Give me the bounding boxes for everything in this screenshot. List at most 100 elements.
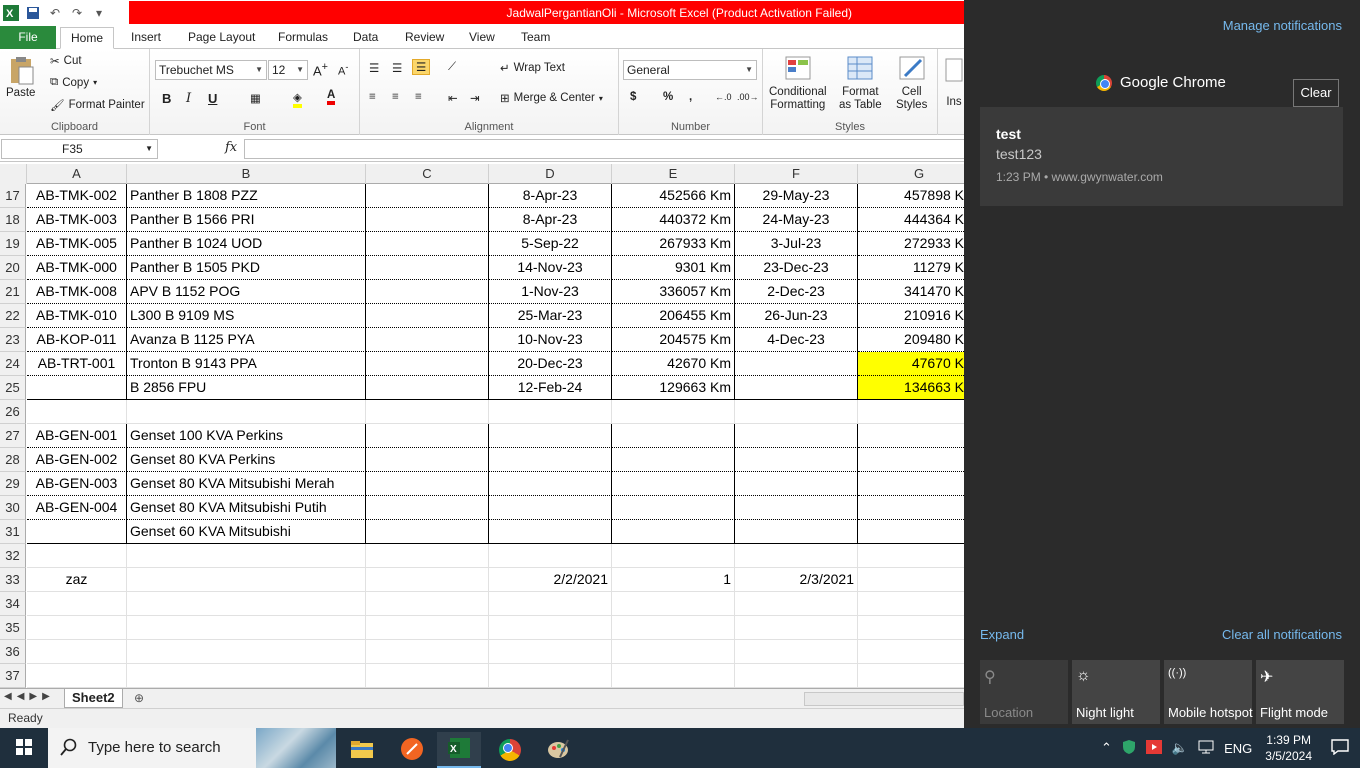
cell-e[interactable] — [612, 640, 735, 664]
clear-button[interactable]: Clear — [1293, 79, 1339, 107]
volume-icon[interactable]: 🔈 — [1167, 740, 1193, 756]
recording-app-icon[interactable] — [1141, 739, 1167, 757]
cell-d[interactable] — [489, 472, 612, 496]
insert-function-button[interactable]: fx — [225, 140, 237, 155]
align-left-button[interactable]: ≡ — [369, 91, 376, 103]
insert-cells-button[interactable]: Ins — [944, 57, 964, 108]
cell-g[interactable] — [858, 472, 964, 496]
cell-f[interactable]: 2-Dec-23 — [735, 280, 858, 304]
cell-d[interactable]: 1-Nov-23 — [489, 280, 612, 304]
cell-a[interactable] — [27, 616, 127, 640]
cell-c[interactable] — [366, 424, 489, 448]
comma-button[interactable]: , — [689, 91, 692, 103]
cell-g[interactable] — [858, 592, 964, 616]
cell-a[interactable] — [27, 664, 127, 688]
cell-c[interactable] — [366, 376, 489, 400]
tab-review[interactable]: Review — [395, 27, 454, 49]
cell-c[interactable] — [366, 544, 489, 568]
start-button[interactable] — [0, 728, 48, 768]
cell-d[interactable] — [489, 400, 612, 424]
cell-d[interactable]: 8-Apr-23 — [489, 208, 612, 232]
increase-decimal-button[interactable]: ←.0 — [715, 92, 732, 102]
cell-d[interactable] — [489, 664, 612, 688]
copy-button[interactable]: ⧉ Copy ▾ — [50, 76, 97, 89]
tab-insert[interactable]: Insert — [121, 27, 171, 49]
row-header[interactable]: 24 — [0, 352, 26, 376]
cell-f[interactable]: 4-Dec-23 — [735, 328, 858, 352]
undo-icon[interactable]: ↶ — [46, 4, 64, 22]
cell-c[interactable] — [366, 640, 489, 664]
cell-g[interactable]: 341470 K — [858, 280, 964, 304]
cell-b[interactable]: Genset 80 KVA Mitsubishi Merah — [127, 472, 366, 496]
tab-formulas[interactable]: Formulas — [268, 27, 338, 49]
cell-f[interactable] — [735, 376, 858, 400]
row-header[interactable]: 26 — [0, 400, 26, 424]
cell-e[interactable]: 452566 Km — [612, 184, 735, 208]
manage-notifications-link[interactable]: Manage notifications — [1223, 18, 1342, 33]
cell-e[interactable]: 206455 Km — [612, 304, 735, 328]
cell-e[interactable]: 1 — [612, 568, 735, 592]
cell-b[interactable]: Panther B 1808 PZZ — [127, 184, 366, 208]
search-highlight-image[interactable] — [256, 728, 336, 768]
cell-d[interactable] — [489, 448, 612, 472]
cell-g[interactable] — [858, 400, 964, 424]
tab-file[interactable]: File — [0, 26, 56, 49]
row-header[interactable]: 29 — [0, 472, 26, 496]
cell-f[interactable] — [735, 520, 858, 544]
italic-button[interactable]: I — [186, 91, 191, 106]
cell-g[interactable]: 47670 K — [858, 352, 964, 376]
cell-c[interactable] — [366, 664, 489, 688]
cell-a[interactable]: AB-GEN-001 — [27, 424, 127, 448]
cell-e[interactable] — [612, 520, 735, 544]
column-header-a[interactable]: A — [27, 164, 127, 184]
cell-e[interactable] — [612, 424, 735, 448]
cell-e[interactable] — [612, 544, 735, 568]
row-header[interactable]: 27 — [0, 424, 26, 448]
cell-a[interactable]: AB-KOP-011 — [27, 328, 127, 352]
row-header[interactable]: 18 — [0, 208, 26, 232]
merge-center-button[interactable]: ⊞ Merge & Center ▾ — [500, 91, 603, 105]
cell-f[interactable]: 3-Jul-23 — [735, 232, 858, 256]
align-bottom-button[interactable]: ☰ — [412, 59, 431, 75]
align-middle-button[interactable]: ☰ — [392, 61, 402, 75]
row-header[interactable]: 33 — [0, 568, 26, 592]
cell-c[interactable] — [366, 400, 489, 424]
cell-b[interactable] — [127, 664, 366, 688]
percent-button[interactable]: % — [663, 91, 673, 103]
row-header[interactable]: 36 — [0, 640, 26, 664]
cell-d[interactable] — [489, 496, 612, 520]
cell-g[interactable] — [858, 640, 964, 664]
cell-g[interactable]: 444364 K — [858, 208, 964, 232]
cell-d[interactable]: 20-Dec-23 — [489, 352, 612, 376]
cell-f[interactable]: 23-Dec-23 — [735, 256, 858, 280]
column-header-g[interactable]: G — [858, 164, 964, 184]
cell-f[interactable] — [735, 592, 858, 616]
cell-c[interactable] — [366, 304, 489, 328]
cell-f[interactable] — [735, 664, 858, 688]
row-header[interactable]: 20 — [0, 256, 26, 280]
cell-b[interactable]: Avanza B 1125 PYA — [127, 328, 366, 352]
chrome-taskbar-button[interactable] — [488, 732, 532, 768]
quick-action-location[interactable]: ⚲ Location — [980, 660, 1068, 724]
customize-qat-icon[interactable]: ▾ — [90, 4, 108, 22]
cell-b[interactable]: Genset 80 KVA Mitsubishi Putih — [127, 496, 366, 520]
cell-f[interactable] — [735, 472, 858, 496]
font-color-button[interactable]: A — [327, 89, 336, 105]
cell-b[interactable]: Genset 100 KVA Perkins — [127, 424, 366, 448]
save-icon[interactable] — [24, 4, 42, 22]
decrease-indent-button[interactable]: ⇤ — [448, 91, 458, 105]
tab-home[interactable]: Home — [60, 27, 115, 49]
cell-f[interactable]: 2/3/2021 — [735, 568, 858, 592]
formula-input[interactable] — [244, 139, 964, 159]
increase-indent-button[interactable]: ⇥ — [470, 91, 480, 105]
cell-c[interactable] — [366, 208, 489, 232]
quick-action-flight-mode[interactable]: ✈ Flight mode — [1256, 660, 1344, 724]
row-header[interactable]: 32 — [0, 544, 26, 568]
format-painter-button[interactable]: 🖌 Format Painter — [50, 98, 145, 112]
cell-b[interactable] — [127, 400, 366, 424]
cell-a[interactable]: zaz — [27, 568, 127, 592]
bold-button[interactable]: B — [162, 91, 171, 106]
cell-b[interactable]: Panther B 1024 UOD — [127, 232, 366, 256]
cell-a[interactable]: AB-GEN-002 — [27, 448, 127, 472]
cell-f[interactable] — [735, 352, 858, 376]
